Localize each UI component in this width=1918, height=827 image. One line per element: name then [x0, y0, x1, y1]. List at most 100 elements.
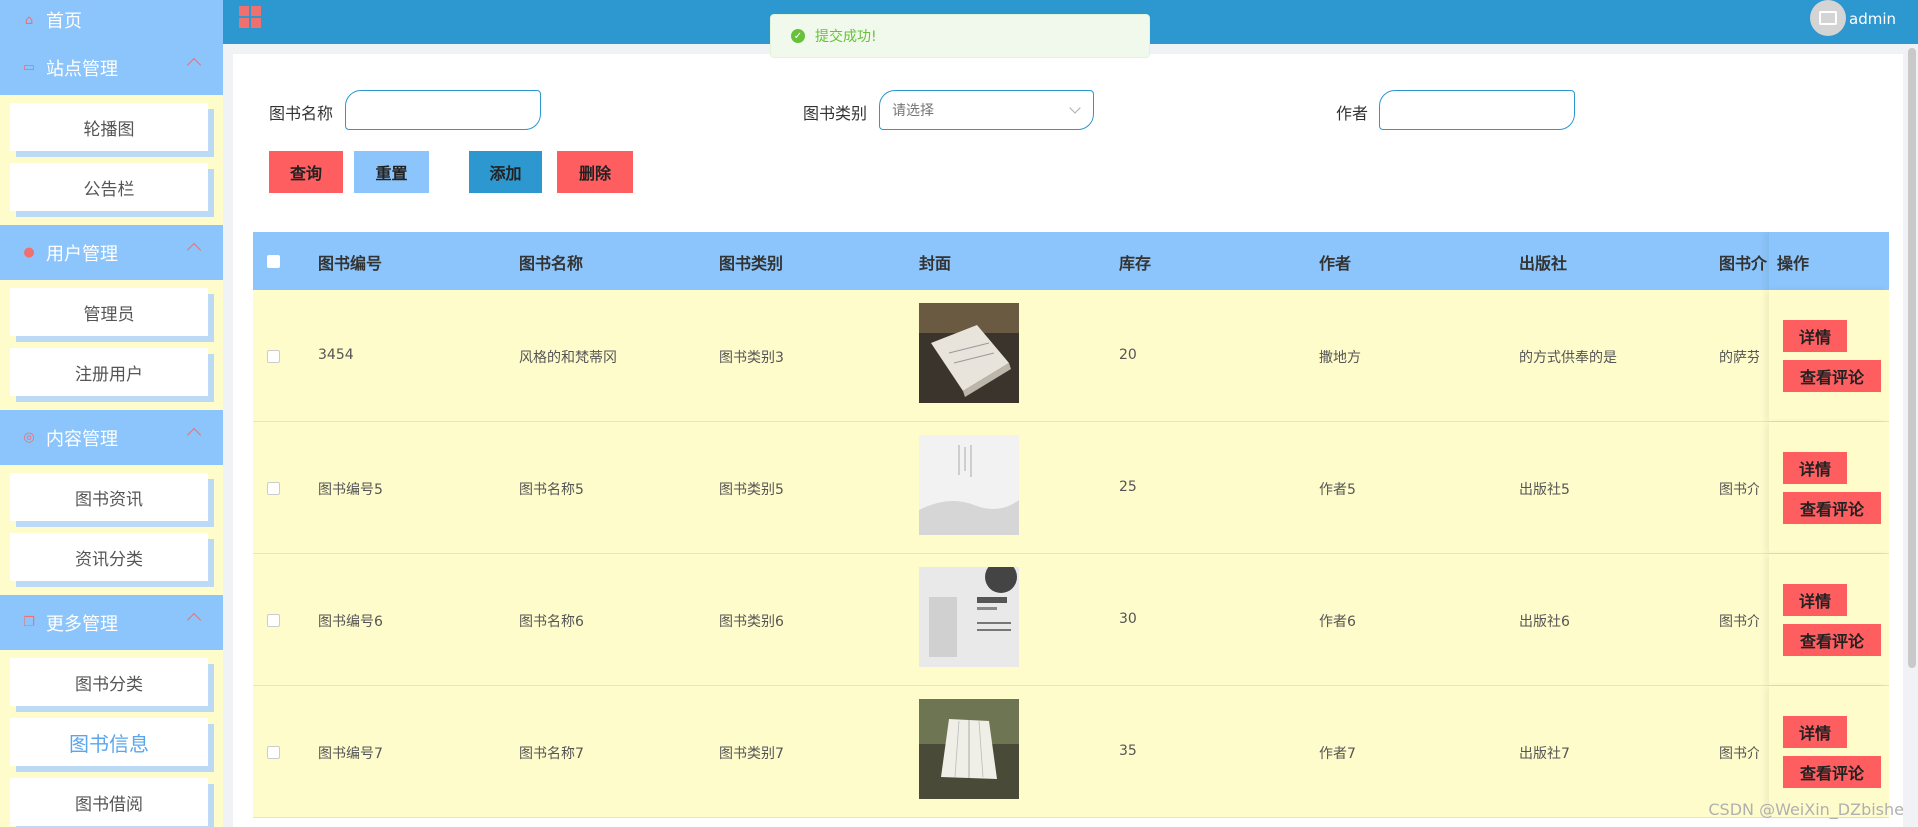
sidebar-home[interactable]: ⌂ 首页 — [0, 0, 223, 40]
sidebar-group-label: 更多管理 — [46, 613, 118, 635]
cell-category: 图书类别3 — [719, 350, 784, 366]
row-checkbox[interactable] — [267, 482, 280, 495]
chevron-up-icon — [186, 242, 202, 258]
toast-message: 提交成功! — [815, 29, 877, 45]
sidebar-group-users[interactable]: ● 用户管理 — [0, 225, 223, 280]
image-icon — [1819, 11, 1837, 25]
main-content: 图书名称 图书类别 作者 查询 重置 添加 删除 图书编号 图书名称 图书类别 … — [233, 54, 1903, 827]
sidebar-item-news-category[interactable]: 资讯分类 — [10, 533, 208, 581]
home-icon: ⌂ — [24, 12, 34, 28]
book-table: 图书编号 图书名称 图书类别 封面 库存 作者 出版社 图书介 操作 3454 … — [253, 232, 1889, 827]
detail-button[interactable]: 详情 — [1783, 452, 1847, 484]
col-header: 图书类别 — [719, 254, 784, 273]
col-header: 图书编号 — [318, 254, 383, 273]
ops-header: 操作 — [1769, 232, 1889, 290]
table-header: 图书编号 图书名称 图书类别 封面 库存 作者 出版社 图书介 操作 — [253, 232, 1889, 290]
vertical-scrollbar[interactable] — [1908, 48, 1916, 668]
view-comments-button[interactable]: 查看评论 — [1783, 360, 1881, 392]
delete-button[interactable]: 删除 — [557, 151, 633, 193]
author-input[interactable] — [1379, 90, 1575, 130]
sidebar-item-book-info[interactable]: 图书信息 — [10, 718, 208, 766]
sidebar-item-notice[interactable]: 公告栏 — [10, 163, 208, 211]
book-name-input[interactable] — [345, 90, 541, 130]
book-cover-image — [919, 699, 1019, 799]
reset-button[interactable]: 重置 — [354, 151, 429, 193]
view-comments-button[interactable]: 查看评论 — [1783, 492, 1881, 524]
content-icon: ◎ — [23, 430, 35, 445]
sidebar-item-admins[interactable]: 管理员 — [10, 288, 208, 336]
book-category-select[interactable] — [879, 90, 1094, 130]
query-button[interactable]: 查询 — [269, 151, 343, 193]
row-ops: 详情 查看评论 — [1769, 422, 1889, 553]
cell-id: 图书编号5 — [318, 482, 383, 498]
table-row: 图书编号7 图书名称7 图书类别7 35 作者7 出版社7 图书介绍 详情 查看… — [253, 686, 1889, 818]
row-ops: 详情 查看评论 — [1769, 554, 1889, 685]
col-header: 操作 — [1777, 254, 1810, 273]
cell-name: 图书名称7 — [519, 746, 584, 762]
detail-button[interactable]: 详情 — [1783, 320, 1847, 352]
cell-stock: 20 — [1119, 347, 1137, 363]
menu-grid-icon[interactable] — [239, 6, 261, 28]
check-circle-icon: ✓ — [791, 29, 805, 43]
cell-name: 风格的和梵蒂冈 — [519, 350, 617, 366]
chevron-up-icon — [186, 427, 202, 443]
cell-name: 图书名称6 — [519, 614, 584, 630]
cell-intro: 的萨芬 — [1719, 350, 1759, 366]
cell-id: 图书编号7 — [318, 746, 383, 762]
sidebar-item-registered-users[interactable]: 注册用户 — [10, 348, 208, 396]
cell-id: 3454 — [318, 347, 354, 363]
sidebar: ⌂ 首页 ▭ 站点管理 轮播图 公告栏 ● 用户管理 管理员 注册用户 ◎ 内容… — [0, 0, 223, 827]
chevron-up-icon — [186, 612, 202, 628]
sidebar-item-book-news[interactable]: 图书资讯 — [10, 473, 208, 521]
select-all-checkbox[interactable] — [267, 255, 280, 268]
view-comments-button[interactable]: 查看评论 — [1783, 624, 1881, 656]
sidebar-group-more[interactable]: ❐ 更多管理 — [0, 595, 223, 650]
col-header: 作者 — [1319, 254, 1352, 273]
col-header: 图书介 — [1719, 254, 1768, 273]
cell-category: 图书类别6 — [719, 614, 784, 630]
row-ops: 详情 查看评论 — [1769, 290, 1889, 421]
cell-publisher: 出版社6 — [1519, 614, 1570, 630]
detail-button[interactable]: 详情 — [1783, 716, 1847, 748]
table-row: 3454 风格的和梵蒂冈 图书类别3 20 撒地方 的方式供奉的是 的萨芬 详情… — [253, 290, 1889, 422]
detail-button[interactable]: 详情 — [1783, 584, 1847, 616]
sidebar-group-label: 用户管理 — [46, 243, 118, 265]
cell-stock: 35 — [1119, 743, 1137, 759]
cell-author: 作者5 — [1319, 482, 1356, 498]
cell-publisher: 出版社7 — [1519, 746, 1570, 762]
sidebar-item-carousel[interactable]: 轮播图 — [10, 103, 208, 151]
success-toast: ✓ 提交成功! — [770, 14, 1150, 58]
cell-author: 作者6 — [1319, 614, 1356, 630]
add-button[interactable]: 添加 — [469, 151, 542, 193]
table-row: 图书编号5 图书名称5 图书类别5 25 作者5 出版社5 图书介绍 详情 查看… — [253, 422, 1889, 554]
cell-name: 图书名称5 — [519, 482, 584, 498]
row-checkbox[interactable] — [267, 614, 280, 627]
row-checkbox[interactable] — [267, 746, 280, 759]
view-comments-button[interactable]: 查看评论 — [1783, 756, 1881, 788]
cell-category: 图书类别5 — [719, 482, 784, 498]
sidebar-item-book-borrow[interactable]: 图书借阅 — [10, 778, 208, 826]
book-cover-image — [919, 435, 1019, 535]
user-icon: ● — [23, 245, 35, 260]
cell-author: 撒地方 — [1319, 350, 1361, 366]
sidebar-group-content[interactable]: ◎ 内容管理 — [0, 410, 223, 465]
watermark: CSDN @WeiXin_DZbishe — [1708, 800, 1904, 819]
sidebar-item-book-category[interactable]: 图书分类 — [10, 658, 208, 706]
sidebar-group-label: 站点管理 — [46, 58, 118, 80]
sidebar-group-label: 内容管理 — [46, 428, 118, 450]
col-header: 图书名称 — [519, 254, 584, 273]
cell-publisher: 的方式供奉的是 — [1519, 350, 1617, 366]
book-cover-image — [919, 303, 1019, 403]
chevron-up-icon — [186, 57, 202, 73]
book-name-label: 图书名称 — [269, 104, 334, 123]
cell-intro: 图书介绍 — [1719, 482, 1759, 498]
row-checkbox[interactable] — [267, 350, 280, 363]
cell-publisher: 出版社5 — [1519, 482, 1570, 498]
sidebar-home-label: 首页 — [46, 11, 82, 32]
username[interactable]: admin — [1849, 10, 1896, 28]
sidebar-group-site[interactable]: ▭ 站点管理 — [0, 40, 223, 95]
search-bar: 图书名称 图书类别 作者 — [233, 90, 1903, 130]
table-row: 图书编号6 图书名称6 图书类别6 30 作者6 出版社6 图书介绍 详情 查看… — [253, 554, 1889, 686]
col-header: 库存 — [1119, 254, 1152, 273]
avatar[interactable] — [1810, 0, 1846, 36]
